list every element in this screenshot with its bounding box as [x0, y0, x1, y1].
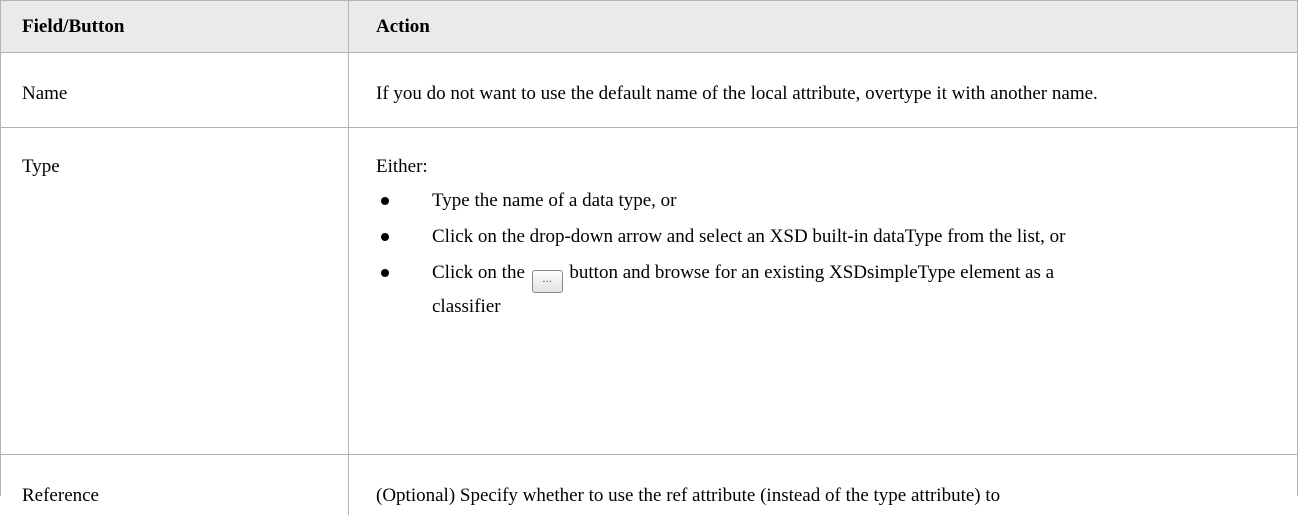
name-action-text: If you do not want to use the default na…: [376, 83, 1098, 104]
table-row-name: Name If you do not want to use the defau…: [1, 53, 1297, 128]
header-field-button: Field/Button: [1, 1, 349, 52]
bullet-text: Type the name of a data type, or: [432, 190, 677, 211]
header-action: Action: [376, 16, 430, 37]
bullet-text: Click on the drop-down arrow and select …: [432, 226, 1066, 247]
table-header-row: Field/Button Action: [1, 0, 1297, 53]
type-intro-text: Either:: [376, 156, 428, 177]
type-options-list: Type the name of a data type, or Click o…: [376, 187, 1297, 320]
bullet-text-after: button and browse for an existing XSDsim…: [432, 262, 1055, 317]
field-type-label: Type: [1, 128, 349, 454]
table-row-type: Type Either: Type the name of a data typ…: [1, 128, 1297, 455]
type-action-cell: Either: Type the name of a data type, or…: [349, 128, 1297, 454]
table-row-reference: Reference (Optional) Specify whether to …: [1, 455, 1297, 515]
field-action-table: Field/Button Action Name If you do not w…: [0, 0, 1298, 515]
bullet-text-before: Click on the: [432, 262, 525, 283]
list-item: Click on the ... button and browse for a…: [376, 259, 1297, 320]
list-item: Type the name of a data type, or: [376, 187, 1297, 214]
field-reference-label: Reference: [1, 455, 349, 515]
field-name-label: Name: [1, 53, 349, 127]
bullet-icon: [381, 269, 389, 277]
list-item: Click on the drop-down arrow and select …: [376, 223, 1297, 250]
reference-action-text: (Optional) Specify whether to use the re…: [376, 485, 1001, 506]
browse-ellipsis-button[interactable]: ...: [531, 270, 563, 293]
bullet-icon: [381, 233, 389, 241]
bullet-icon: [381, 197, 389, 205]
